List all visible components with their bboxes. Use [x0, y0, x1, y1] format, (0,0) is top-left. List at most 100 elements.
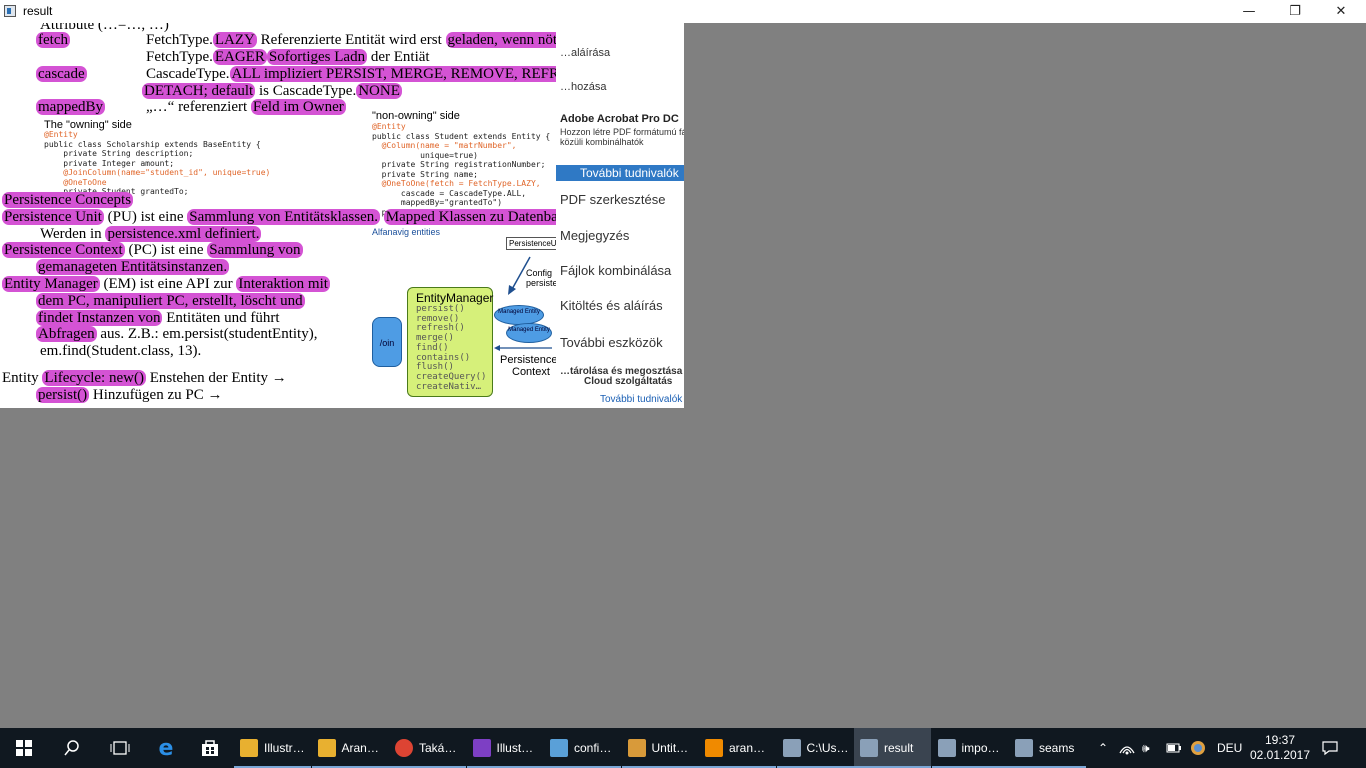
tool-combine-files[interactable]: Fájlok kombinálása — [560, 263, 671, 278]
minimize-button[interactable]: — — [1226, 0, 1272, 23]
non-owning-side-label: "non-owning" side — [372, 110, 460, 122]
owning-side-code: @Entity public class Scholarship extends … — [44, 130, 270, 197]
network-icon[interactable] — [1118, 728, 1136, 768]
taskbar-app-8[interactable]: result — [854, 728, 931, 768]
acrobat-desc-1: Hozzon létre PDF formátumú fájlokat, és … — [560, 127, 684, 137]
code-line: @Column(name = "matrNumber", — [372, 141, 517, 150]
vlc-icon — [705, 739, 723, 757]
clock-time: 19:37 — [1264, 733, 1296, 747]
close-button[interactable]: ✕ — [1318, 0, 1364, 23]
code-line: @OneToOne(fetch = FetchType.LAZY, — [372, 179, 541, 188]
show-hidden-icons-button[interactable]: ⌃ — [1094, 728, 1112, 768]
non-owning-side-code: @Entity public class Student extends Enti… — [372, 122, 550, 217]
edge-button[interactable]: e — [144, 728, 188, 768]
code-line: @OneToOne — [44, 177, 107, 187]
result-image-canvas: Attribute (…=…, …) fetch FetchType. LAZY … — [0, 23, 684, 408]
fetch-key: fetch — [36, 32, 70, 48]
taskbar-app-label: seams — [1039, 741, 1075, 755]
code-line: private String name; — [372, 169, 478, 179]
input-language-indicator[interactable]: DEU — [1217, 728, 1242, 768]
taskbar-app-label: Aran… — [341, 741, 379, 755]
taskbar: e Illustr… Aran… Taká… Illust… confi… Untit… a… — [0, 728, 1366, 768]
mappedby-key: mappedBy — [36, 99, 105, 115]
app-window-icon — [1015, 739, 1033, 757]
cloud-more-info-link[interactable]: További tudnivalók — [600, 394, 682, 405]
persistence-unit-line: Persistence Unit (PU) ist eine Sammlung … — [2, 209, 579, 225]
tool-comment[interactable]: Megjegyzés — [560, 228, 629, 243]
taskbar-app-9[interactable]: impo… — [931, 728, 1009, 768]
tool-fill-sign[interactable]: Kitöltés és aláírás — [560, 298, 663, 313]
battery-icon[interactable] — [1166, 728, 1182, 768]
start-button[interactable] — [0, 728, 48, 768]
update-notification-icon[interactable] — [1190, 728, 1206, 768]
diagram-arrow — [508, 256, 531, 295]
taskbar-app-2[interactable]: Taká… — [389, 728, 466, 768]
clock-date: 02.01.2017 — [1249, 748, 1311, 762]
task-view-icon — [110, 741, 130, 755]
join-box: /oin — [372, 317, 402, 367]
search-button[interactable] — [48, 728, 96, 768]
persistence-context-label-a: Persistence — [500, 354, 558, 366]
taskbar-app-label: Untit… — [651, 741, 689, 755]
more-info-button[interactable]: További tudnivalók — [556, 165, 684, 181]
tool-edit-pdf[interactable]: PDF szerkesztése — [560, 192, 665, 207]
window-title: result — [23, 4, 53, 18]
store-button[interactable] — [188, 728, 232, 768]
acrobat-desc-2: közüli kombinálhatók — [560, 137, 644, 147]
cloud-service-label: Cloud szolgáltatás — [584, 376, 673, 387]
taskbar-app-10[interactable]: seams — [1009, 728, 1086, 768]
action-center-button[interactable] — [1322, 728, 1344, 768]
acrobat-tools-panel: …aláírása …hozása Adobe Acrobat Pro DC H… — [556, 23, 684, 408]
edge-icon: e — [158, 735, 174, 761]
managed-entity-b: Managed Entity — [506, 323, 552, 343]
sign-section-label[interactable]: …aláírása — [560, 47, 610, 59]
chevron-up-icon: ⌃ — [1097, 741, 1109, 755]
console-window-icon — [782, 739, 801, 757]
taskbar-app-5[interactable]: Untit… — [621, 728, 699, 768]
notification-icon — [1322, 741, 1338, 756]
persistence-unit-line-2: Werden in persistence.xml definiert. — [40, 226, 262, 242]
clock[interactable]: 19:37 02.01.2017 — [1249, 728, 1311, 768]
taskbar-app-label: Taká… — [419, 741, 457, 755]
taskbar-app-label: impo… — [961, 741, 1000, 755]
volume-icon[interactable]: 🕪 — [1142, 728, 1150, 768]
taskbar-app-1[interactable]: Aran… — [311, 728, 389, 768]
share-section-label[interactable]: …hozása — [560, 81, 606, 93]
notepad-icon — [550, 739, 568, 757]
diagram-double-arrow — [494, 345, 552, 351]
search-icon — [64, 740, 79, 756]
taskbar-app-6[interactable]: aran… — [699, 728, 776, 768]
fetch-lazy-line: FetchType. LAZY Referenzierte Entität wir… — [146, 32, 571, 48]
taskbar-app-label: confi… — [574, 741, 612, 755]
taskbar-app-3[interactable]: Illust… — [466, 728, 544, 768]
taskbar-app-label: Illustr… — [264, 741, 305, 755]
cascade-line-2: DETACH; default is CascadeType. NONE — [142, 83, 402, 99]
code-line: @JoinColumn(name="student_id", unique=tr… — [44, 168, 271, 177]
cascade-key: cascade — [36, 66, 87, 82]
maximize-button[interactable]: ❐ — [1272, 0, 1318, 23]
taskbar-app-4[interactable]: confi… — [544, 728, 621, 768]
managed-entity-a: Managed Entity — [494, 305, 544, 325]
code-line: private String description; — [44, 149, 194, 158]
code-line: mappedBy="grantedTo") — [372, 198, 503, 207]
fetch-eager-line: FetchType. EAGER Sofortiges Ladn der Entiä… — [146, 49, 430, 65]
alfa-entities-label: Alfanavig entities — [372, 227, 441, 237]
code-line: public class Student extends Entity { — [372, 131, 551, 141]
em-method: createNativ… — [416, 381, 482, 392]
app-window-icon — [937, 739, 956, 757]
taskbar-app-0[interactable]: Illustr… — [234, 728, 311, 768]
tool-more-tools[interactable]: További eszközök — [560, 335, 663, 350]
entity-manager-methods: persist() remove() refresh() merge() find() c… — [416, 304, 486, 392]
entity-manager-line-3: findet Instanzen von Entitäten und führt — [36, 310, 280, 326]
mappedby-line: „…“ referenziert Feld im Owner — [146, 99, 346, 115]
cascade-line: CascadeType. ALL impliziert PERSIST, MERG… — [146, 66, 594, 82]
taskbar-app-7[interactable]: C:\Us… — [776, 728, 854, 768]
lifecycle-line: Entity Lifecycle: new() Enstehen der Ent… — [2, 370, 287, 386]
chrome-icon — [395, 739, 413, 757]
windows-logo-icon — [16, 740, 32, 756]
app-window-icon — [4, 5, 16, 17]
folder-icon — [240, 739, 258, 757]
task-view-button[interactable] — [96, 728, 144, 768]
code-line: unique=true) — [372, 150, 478, 160]
persistence-context-line-2: gemanageten Entitätsinstanzen. — [36, 259, 230, 275]
